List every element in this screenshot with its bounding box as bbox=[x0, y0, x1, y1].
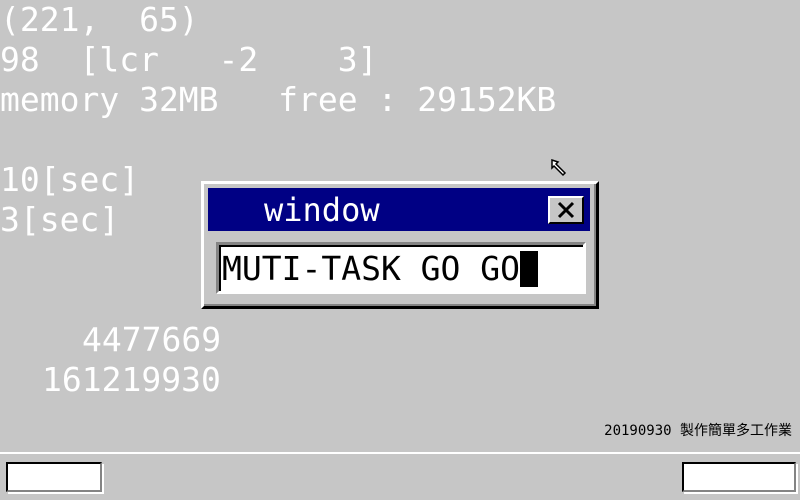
text-caret bbox=[520, 251, 539, 287]
timer-3-sec: 3[sec] bbox=[0, 200, 120, 239]
tray-area[interactable] bbox=[682, 462, 796, 492]
text-input-box[interactable]: MUTI-TASK GO GO bbox=[216, 242, 586, 294]
close-button[interactable] bbox=[548, 196, 584, 224]
window-title: window bbox=[264, 191, 380, 229]
author-caption: 20190930 製作簡單多工作業 bbox=[604, 423, 792, 439]
window-frame: window MUTI-TASK GO GO bbox=[204, 184, 596, 306]
text-input-value: MUTI-TASK GO GO bbox=[222, 249, 521, 288]
window[interactable]: window MUTI-TASK GO GO bbox=[201, 181, 599, 309]
close-x-icon bbox=[557, 201, 575, 219]
task-counter-1: 4477669 bbox=[82, 320, 222, 359]
window-titlebar[interactable]: window bbox=[208, 188, 590, 231]
mouse-arrow-icon bbox=[551, 159, 567, 177]
taskbar bbox=[0, 452, 800, 500]
memory-status: memory 32MB free : 29152KB bbox=[0, 80, 557, 119]
task-counter-2: 161219930 bbox=[42, 360, 221, 399]
start-button[interactable] bbox=[6, 462, 102, 492]
mouse-coordinates: (221, 65) bbox=[0, 0, 199, 39]
timer-10-sec: 10[sec] bbox=[0, 160, 140, 199]
mouse-button-state: 98 [lcr -2 3] bbox=[0, 40, 378, 79]
text-input-row: MUTI-TASK GO GO bbox=[222, 249, 539, 289]
